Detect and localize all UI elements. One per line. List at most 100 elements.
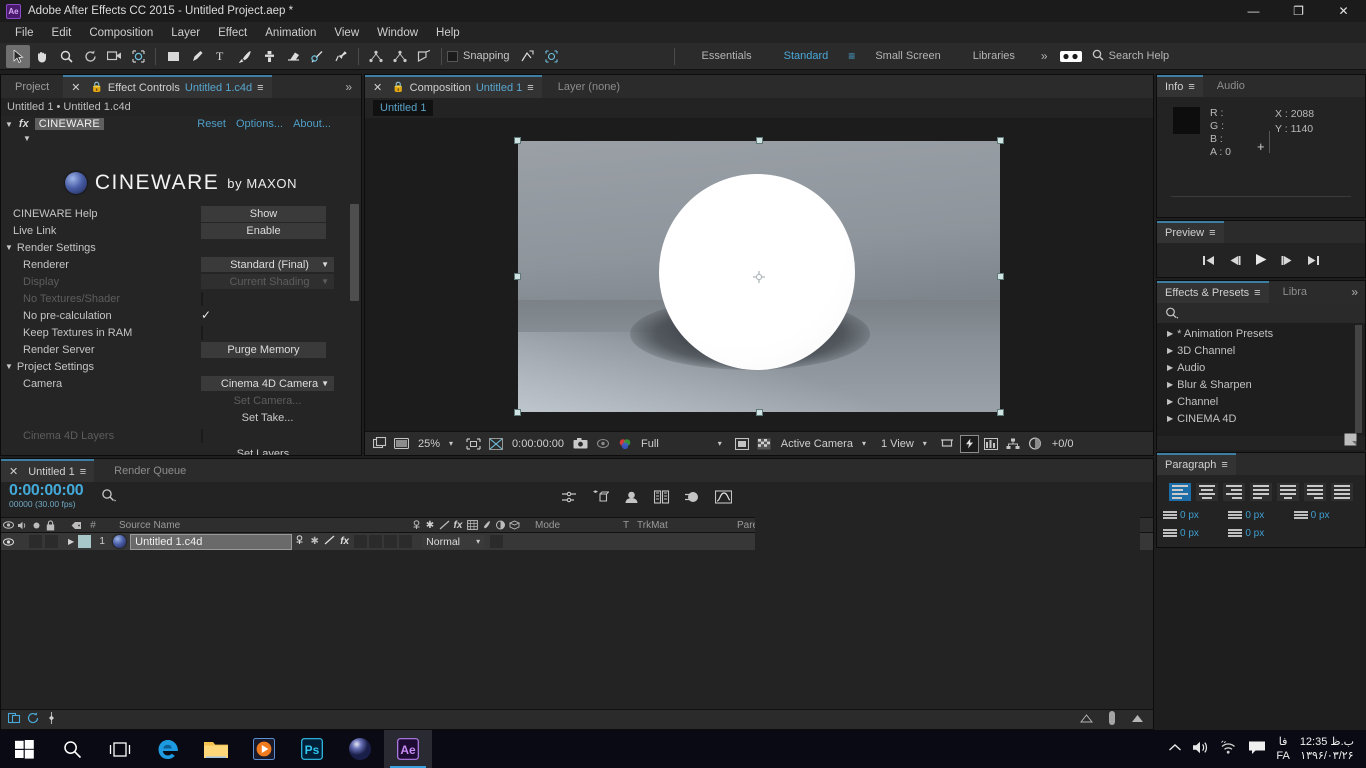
- layer-trkmat-cell[interactable]: [490, 535, 504, 548]
- column-source-name[interactable]: Source Name: [119, 520, 409, 531]
- last-frame-button[interactable]: [1307, 254, 1320, 269]
- camera-view-value[interactable]: Active Camera: [777, 438, 857, 450]
- panel-overflow-icon[interactable]: »: [336, 80, 361, 94]
- transparency-grid-icon[interactable]: [486, 435, 505, 453]
- cinema4d-icon[interactable]: [336, 730, 384, 768]
- orbit-camera-tool-icon[interactable]: [412, 45, 436, 68]
- list-item[interactable]: ▶ 3D Channel: [1157, 342, 1365, 359]
- task-view-icon[interactable]: [96, 730, 144, 768]
- search-icon[interactable]: [48, 730, 96, 768]
- anchor-point-tool-icon[interactable]: [364, 45, 388, 68]
- exposure-value[interactable]: +0/0: [1048, 438, 1078, 450]
- graph-editor-icon[interactable]: [714, 489, 733, 507]
- panel-menu-icon[interactable]: ≡: [80, 466, 86, 478]
- minimize-button[interactable]: —: [1231, 0, 1276, 22]
- panel-menu-icon[interactable]: ≡: [1209, 227, 1215, 239]
- panel-menu-icon[interactable]: ≡: [1188, 81, 1194, 93]
- layer-disclosure-triangle-icon[interactable]: ▶: [68, 537, 74, 546]
- adobe-stock-icon[interactable]: [1058, 45, 1084, 68]
- rotation-tool-icon[interactable]: [78, 45, 102, 68]
- zoom-chevron-down-icon[interactable]: ▾: [447, 439, 461, 448]
- first-frame-button[interactable]: [1202, 254, 1215, 269]
- region-of-interest-icon[interactable]: [464, 435, 483, 453]
- property-group-project-settings[interactable]: ▼ Project Settings: [1, 358, 361, 375]
- zoom-in-timeline-icon[interactable]: [1131, 714, 1144, 726]
- hand-tool-icon[interactable]: [30, 45, 54, 68]
- tab-close-icon[interactable]: ✕: [9, 465, 18, 478]
- align-right-icon[interactable]: [1223, 483, 1245, 501]
- lock-icon[interactable]: 🔒: [90, 82, 102, 93]
- timeline-toggle-icon[interactable]: [982, 435, 1001, 453]
- expand-triangle-icon[interactable]: ▶: [1167, 329, 1173, 338]
- next-frame-button[interactable]: [1281, 254, 1294, 269]
- menu-layer[interactable]: Layer: [162, 24, 209, 42]
- play-button[interactable]: [1254, 253, 1268, 269]
- clone-stamp-tool-icon[interactable]: [257, 45, 281, 68]
- tab-composition[interactable]: ✕ 🔒 Composition Untitled 1 ≡: [365, 75, 542, 98]
- expand-triangle-icon[interactable]: ▶: [1167, 363, 1173, 372]
- menu-composition[interactable]: Composition: [80, 24, 162, 42]
- set-layers-button[interactable]: Set Layers...: [201, 448, 334, 456]
- enable-button[interactable]: Enable: [201, 222, 326, 239]
- timeline-search-icon[interactable]: [101, 488, 117, 505]
- options-link[interactable]: Options...: [236, 118, 283, 130]
- timeline-zoom-thumb[interactable]: [1107, 711, 1117, 728]
- column-t[interactable]: T: [619, 520, 633, 531]
- explorer-icon[interactable]: [192, 730, 240, 768]
- layer-draft-switch[interactable]: [322, 535, 337, 548]
- monitor-icon[interactable]: [392, 435, 411, 453]
- workspace-standard[interactable]: Standard: [768, 43, 845, 70]
- layer-mode-dropdown[interactable]: Normal ▾: [422, 534, 485, 549]
- tab-render-queue[interactable]: Render Queue: [94, 465, 206, 477]
- draft-3d-icon[interactable]: [592, 489, 610, 507]
- layer-fx-switch[interactable]: fx: [337, 536, 352, 547]
- tab-audio[interactable]: Audio: [1203, 80, 1259, 92]
- tab-close-icon[interactable]: ✕: [71, 81, 80, 94]
- renderer-dropdown[interactable]: Standard (Final) ▼: [201, 257, 334, 272]
- pixel-aspect-icon[interactable]: [938, 435, 957, 453]
- effects-search-field[interactable]: [1157, 303, 1365, 323]
- layer-parent-switch[interactable]: [292, 535, 307, 548]
- snap-extents-icon[interactable]: [540, 45, 564, 68]
- resolution-value[interactable]: Full: [637, 438, 663, 450]
- anchor-point-icon[interactable]: [753, 270, 766, 283]
- always-preview-icon[interactable]: [370, 435, 389, 453]
- camera-chevron-down-icon[interactable]: ▾: [860, 439, 874, 448]
- group-disclosure-icon[interactable]: ▼: [5, 362, 13, 371]
- after-effects-icon[interactable]: Ae: [384, 730, 432, 768]
- purge-memory-button[interactable]: Purge Memory: [201, 341, 326, 358]
- menu-effect[interactable]: Effect: [209, 24, 256, 42]
- effect-sub-disclosure-icon[interactable]: ▼: [23, 134, 31, 143]
- workspace-libraries[interactable]: Libraries: [957, 43, 1031, 70]
- view-count-value[interactable]: 1 View: [877, 438, 918, 450]
- layer-source-name[interactable]: Untitled 1.c4d: [130, 533, 293, 550]
- roto-brush-tool-icon[interactable]: [305, 45, 329, 68]
- menu-edit[interactable]: Edit: [43, 24, 81, 42]
- selection-handle[interactable]: [997, 409, 1004, 416]
- composition-mini-flowchart-icon[interactable]: [561, 490, 578, 507]
- pan-behind-tool-icon[interactable]: [126, 45, 150, 68]
- align-left-icon[interactable]: [1169, 483, 1191, 501]
- workspace-menu-icon[interactable]: ≡: [844, 49, 859, 63]
- eraser-tool-icon[interactable]: [281, 45, 305, 68]
- panel-overflow-icon[interactable]: »: [1344, 285, 1365, 299]
- snap-vertex-icon[interactable]: [516, 45, 540, 68]
- layer-video-toggle-icon[interactable]: [1, 537, 15, 546]
- workspace-overflow-icon[interactable]: »: [1031, 49, 1058, 63]
- workspace-essentials[interactable]: Essentials: [686, 43, 768, 70]
- hide-shy-layers-icon[interactable]: [623, 490, 640, 507]
- expand-triangle-icon[interactable]: ▶: [1167, 346, 1173, 355]
- clock[interactable]: 12:35 ب.ظ ۱۳۹۶/۰۳/۲۶: [1300, 735, 1354, 763]
- expand-triangle-icon[interactable]: ▶: [1167, 414, 1173, 423]
- edge-icon[interactable]: [144, 730, 192, 768]
- column-index[interactable]: #: [83, 520, 103, 531]
- region-preview-icon[interactable]: [733, 435, 752, 453]
- panel-menu-icon[interactable]: ≡: [1221, 459, 1227, 471]
- justify-last-right-icon[interactable]: [1304, 483, 1326, 501]
- timeline-current-time[interactable]: 0:00:00:00: [1, 482, 84, 500]
- justify-last-left-icon[interactable]: [1250, 483, 1272, 501]
- selection-handle[interactable]: [514, 273, 521, 280]
- photoshop-icon[interactable]: Ps: [288, 730, 336, 768]
- selection-handle[interactable]: [514, 137, 521, 144]
- media-player-icon[interactable]: [240, 730, 288, 768]
